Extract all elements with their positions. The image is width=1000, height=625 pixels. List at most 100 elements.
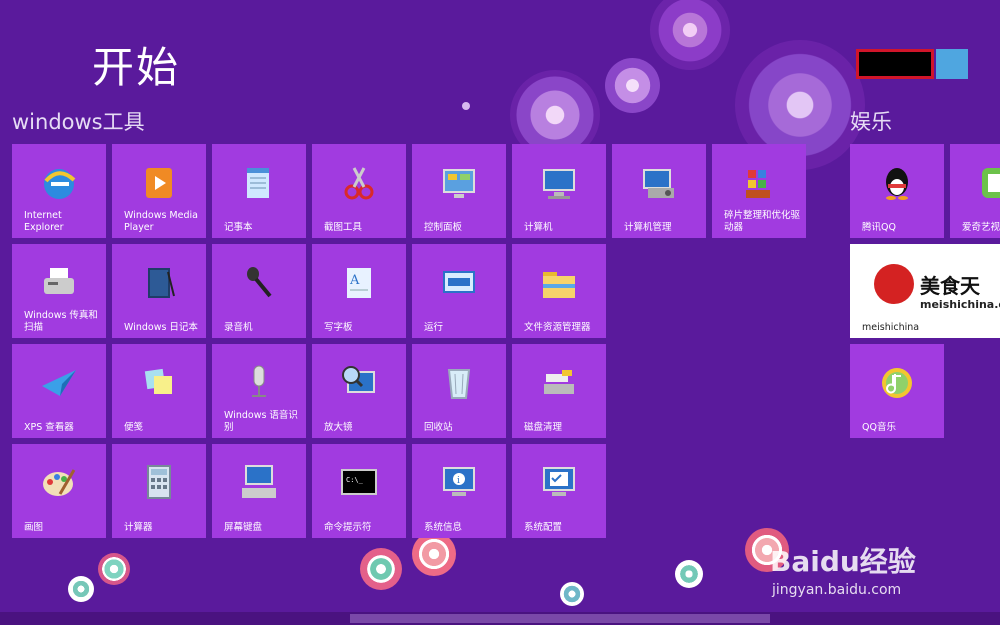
qq-icon [886, 168, 908, 200]
tile-label: 记事本 [224, 222, 253, 233]
scrollbar-thumb[interactable] [350, 614, 770, 623]
tile-label: 磁盘清理 [524, 422, 563, 433]
meishichina-logo-subtext: meishichina.c [920, 298, 1000, 311]
tile-sound-recorder[interactable]: 录音机 [212, 244, 306, 338]
tile-paint[interactable]: 画图 [12, 444, 106, 538]
baidu-watermark-url: jingyan.baidu.com [772, 582, 902, 598]
tile-calculator[interactable]: 计算器 [112, 444, 206, 538]
magnifier-icon [342, 366, 375, 393]
speech-icon [252, 365, 266, 397]
cmd-icon: C:\_ [341, 469, 377, 495]
tile-label: 文件资源管理器 [524, 322, 591, 333]
qq-music-icon [882, 368, 912, 398]
tile-file-explorer[interactable]: 文件资源管理器 [512, 244, 606, 338]
tile-computer-management[interactable]: 计算机管理 [612, 144, 706, 238]
tile-label: 回收站 [424, 422, 453, 433]
control-panel-icon [443, 169, 475, 198]
tile-label: XPS 查看器 [24, 422, 74, 433]
tile-xps-viewer[interactable]: XPS 查看器 [12, 344, 106, 438]
tile-control-panel[interactable]: 控制面板 [412, 144, 506, 238]
keyboard-icon [242, 465, 276, 498]
horizontal-scrollbar[interactable] [0, 612, 1000, 625]
tile-iqiyi[interactable]: 爱奇艺视 [950, 144, 1000, 238]
tile-label: 写字板 [324, 322, 353, 333]
tile-label: 计算器 [124, 522, 153, 533]
sticky-notes-icon [144, 368, 172, 394]
tile-label: Windows Media Player [124, 210, 198, 233]
bg-bubble [605, 58, 660, 113]
tile-snipping-tool[interactable]: 截图工具 [312, 144, 406, 238]
xps-icon [42, 370, 76, 396]
tile-speech-recognition[interactable]: Windows 语音识别 [212, 344, 306, 438]
bg-flower [560, 582, 584, 606]
tile-notepad[interactable]: 记事本 [212, 144, 306, 238]
tile-journal[interactable]: Windows 日记本 [112, 244, 206, 338]
tile-qq-music[interactable]: QQ音乐 [850, 344, 944, 438]
tile-command-prompt[interactable]: C:\_ 命令提示符 [312, 444, 406, 538]
tile-label: 计算机 [524, 222, 553, 233]
folder-icon [543, 272, 575, 298]
journal-icon [148, 268, 175, 298]
tile-label: 命令提示符 [324, 522, 372, 533]
bg-bubble [650, 0, 730, 70]
tile-label: 录音机 [224, 322, 253, 333]
tile-recycle-bin[interactable]: 回收站 [412, 344, 506, 438]
tile-label: 碎片整理和优化驱动器 [724, 210, 801, 233]
iqiyi-icon [982, 168, 1000, 198]
tile-disk-cleanup[interactable]: 磁盘清理 [512, 344, 606, 438]
tile-label: 画图 [24, 522, 44, 533]
tile-label: 控制面板 [424, 222, 463, 233]
svg-text:A: A [349, 273, 360, 288]
bg-flower [360, 548, 402, 590]
tile-run[interactable]: 运行 [412, 244, 506, 338]
bg-flower [98, 553, 130, 585]
tile-defrag[interactable]: 碎片整理和优化驱动器 [712, 144, 806, 238]
user-account[interactable] [856, 49, 968, 79]
system-info-icon: i [443, 467, 475, 496]
tile-computer[interactable]: 计算机 [512, 144, 606, 238]
tile-label: Windows 传真和扫描 [24, 310, 98, 333]
wordpad-icon: A [347, 268, 371, 298]
tile-tencent-qq[interactable]: 腾讯QQ [850, 144, 944, 238]
tile-on-screen-keyboard[interactable]: 屏幕键盘 [212, 444, 306, 538]
bg-dot [462, 102, 470, 110]
computer-icon [543, 169, 575, 199]
tile-label: 放大镜 [324, 422, 353, 433]
ie-icon [44, 169, 76, 199]
tile-wordpad[interactable]: A 写字板 [312, 244, 406, 338]
avatar [936, 49, 968, 79]
tile-sticky-notes[interactable]: 便笺 [112, 344, 206, 438]
tile-label: 便笺 [124, 422, 144, 433]
tile-label: meishichina [862, 322, 920, 333]
tile-internet-explorer[interactable]: Internet Explorer [12, 144, 106, 238]
bg-flower [68, 576, 94, 602]
tile-label: 屏幕键盘 [224, 522, 263, 533]
disk-cleanup-icon [544, 370, 574, 394]
tile-system-config[interactable]: 系统配置 [512, 444, 606, 538]
tile-system-info[interactable]: i 系统信息 [412, 444, 506, 538]
tile-fax-scan[interactable]: Windows 传真和扫描 [12, 244, 106, 338]
tile-label: 截图工具 [324, 222, 363, 233]
paint-icon [43, 469, 76, 496]
defrag-icon [746, 170, 770, 198]
tile-label: 系统信息 [424, 522, 463, 533]
tile-magnifier[interactable]: 放大镜 [312, 344, 406, 438]
tile-meishichina[interactable]: 美食天 meishichina.c meishichina [850, 244, 1000, 338]
fax-icon [44, 268, 74, 294]
baidu-watermark: Baidu经验 [770, 545, 916, 578]
tile-label: 系统配置 [524, 522, 563, 533]
group-label-tools: windows工具 [12, 110, 145, 134]
tile-label: Windows 语音识别 [224, 410, 298, 433]
media-player-icon [146, 168, 172, 198]
bg-flower [412, 532, 456, 576]
microphone-icon [247, 267, 272, 298]
tile-windows-media-player[interactable]: Windows Media Player [112, 144, 206, 238]
bg-flower [675, 560, 703, 588]
svg-text:i: i [457, 476, 460, 486]
group-label-entertainment: 娱乐 [850, 110, 892, 134]
page-title: 开始 [92, 43, 181, 92]
tile-label: Internet Explorer [24, 210, 64, 233]
tile-label: 计算机管理 [624, 222, 672, 233]
recycle-bin-icon [447, 369, 471, 399]
svg-text:C:\_: C:\_ [346, 476, 364, 484]
